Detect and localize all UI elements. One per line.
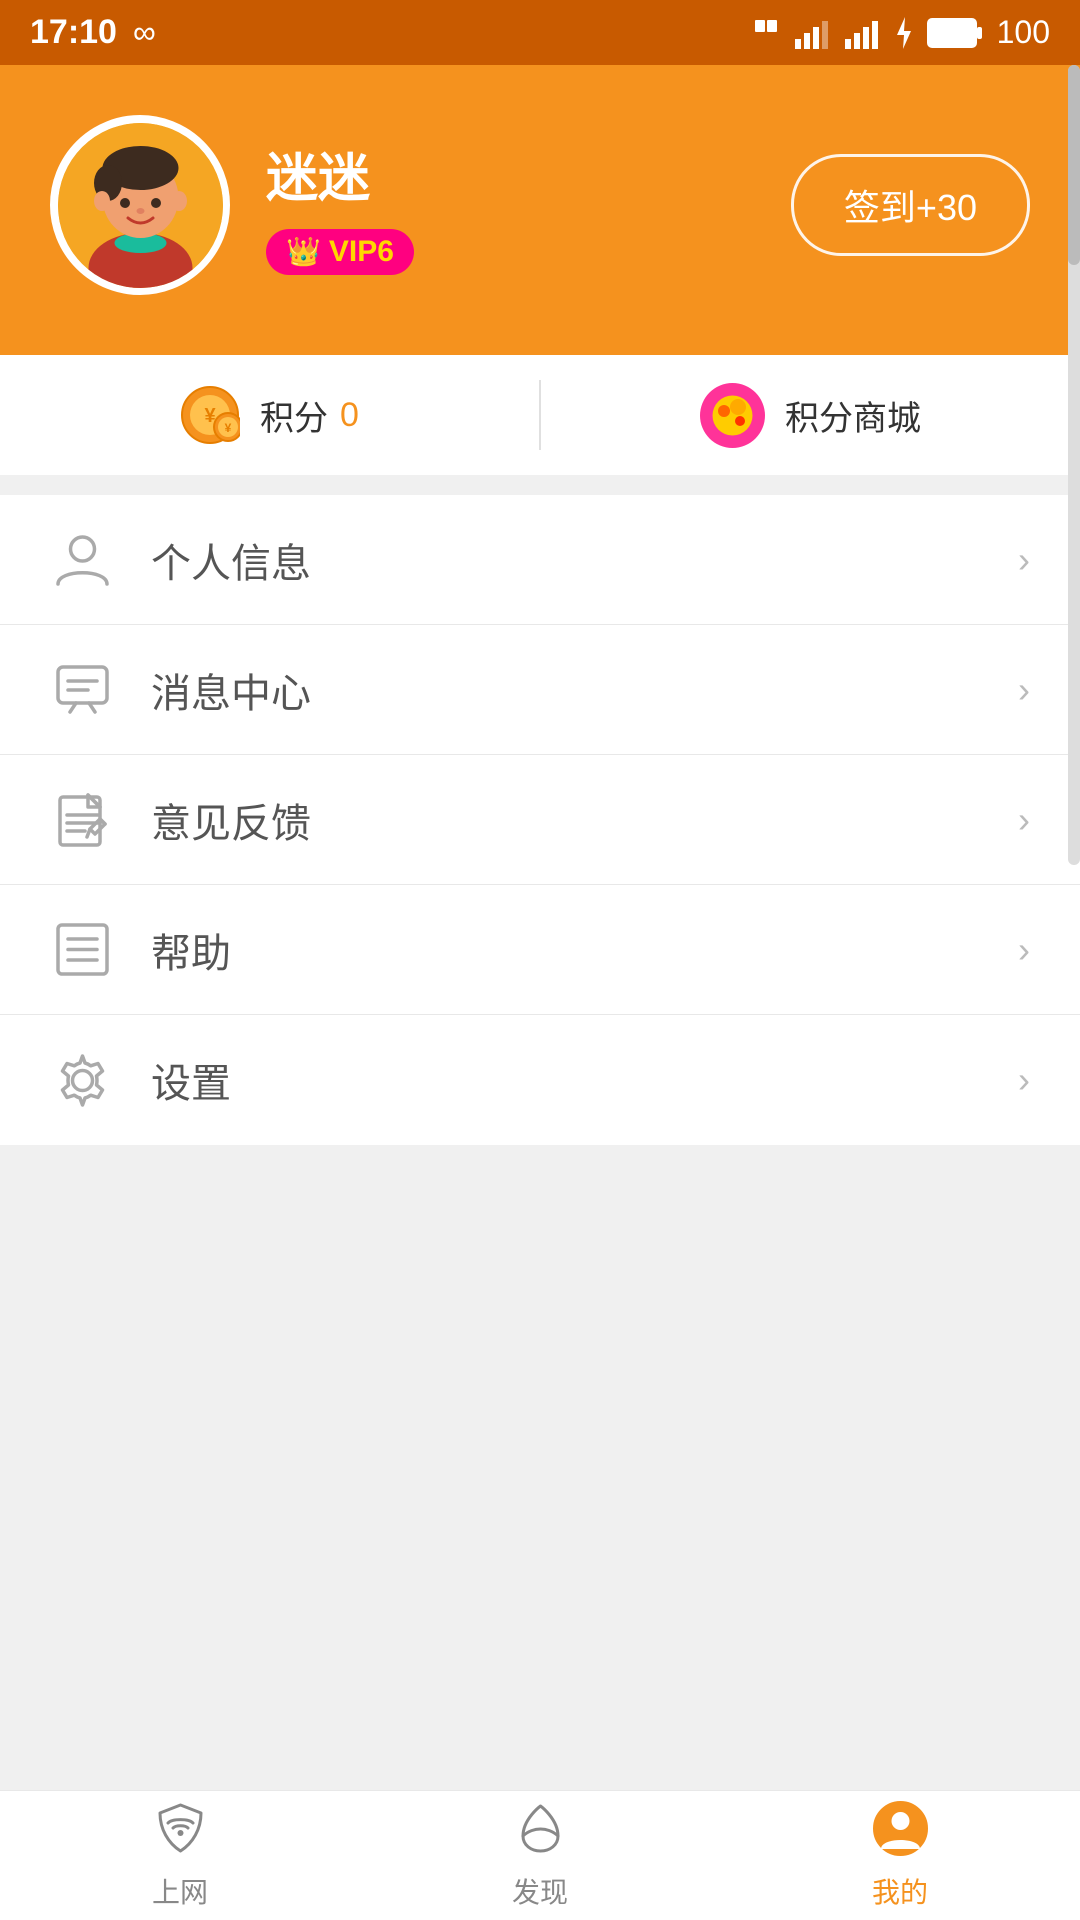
settings-label: 设置	[151, 1051, 1018, 1109]
profile-header: 迷迷 👑 VIP6 签到+30	[0, 65, 1080, 355]
person-icon	[50, 527, 115, 592]
scrollbar-thumb	[1068, 65, 1080, 265]
chat-icon	[50, 657, 115, 722]
profile-left: 迷迷 👑 VIP6	[50, 115, 414, 295]
empty-space	[0, 1145, 1080, 1790]
points-left[interactable]: ¥ ¥ 积分 0	[0, 385, 539, 445]
edit-icon	[50, 787, 115, 852]
avatar[interactable]	[50, 115, 230, 295]
personal-info-arrow: ›	[1018, 539, 1030, 581]
help-arrow: ›	[1018, 929, 1030, 971]
mine-icon	[873, 1801, 928, 1861]
settings-arrow: ›	[1018, 1059, 1030, 1101]
avatar-svg	[58, 123, 223, 288]
status-left: 17:10 ∞	[30, 13, 156, 52]
username: 迷迷	[266, 136, 414, 211]
points-section: ¥ ¥ 积分 0 积分商城	[0, 355, 1080, 475]
menu-item-help[interactable]: 帮助 ›	[0, 885, 1080, 1015]
menu-section: 个人信息 › 消息中心 ›	[0, 495, 1080, 1145]
section-gap-1	[0, 475, 1080, 495]
status-time: 17:10	[30, 13, 117, 52]
shop-icon	[700, 383, 765, 448]
menu-item-settings[interactable]: 设置 ›	[0, 1015, 1080, 1145]
list-icon	[50, 917, 115, 982]
feedback-label: 意见反馈	[151, 791, 1018, 849]
help-label: 帮助	[151, 921, 1018, 979]
scrollbar[interactable]	[1068, 65, 1080, 865]
vip-label: VIP6	[329, 235, 394, 269]
status-bar: 17:10 ∞ 100	[0, 0, 1080, 65]
menu-item-feedback[interactable]: 意见反馈 ›	[0, 755, 1080, 885]
vip-badge: 👑 VIP6	[266, 229, 414, 275]
crown-icon: 👑	[286, 235, 321, 268]
points-value: 0	[340, 396, 359, 435]
coin-icon: ¥ ¥	[180, 385, 240, 445]
svg-text:¥: ¥	[225, 421, 232, 435]
signal-icon-2	[845, 17, 881, 49]
feedback-arrow: ›	[1018, 799, 1030, 841]
avatar-inner	[58, 123, 223, 288]
charging-icon	[895, 17, 913, 49]
nav-item-internet[interactable]: 上网	[0, 1791, 360, 1920]
status-right: 100	[753, 14, 1050, 51]
battery-level: 100	[997, 14, 1050, 51]
battery-icon	[927, 18, 983, 48]
sim-icon	[753, 16, 781, 50]
internet-label: 上网	[152, 1871, 208, 1911]
internet-icon	[153, 1801, 208, 1861]
profile-info: 迷迷 👑 VIP6	[266, 136, 414, 275]
points-shop-label: 积分商城	[785, 391, 921, 440]
gear-icon	[50, 1048, 115, 1113]
discover-label: 发现	[512, 1871, 568, 1911]
bottom-nav: 上网 发现 我的	[0, 1790, 1080, 1920]
points-label: 积分 0	[260, 391, 359, 440]
menu-item-messages[interactable]: 消息中心 ›	[0, 625, 1080, 755]
nav-item-mine[interactable]: 我的	[720, 1791, 1080, 1920]
signal-icon-1	[795, 17, 831, 49]
menu-item-personal-info[interactable]: 个人信息 ›	[0, 495, 1080, 625]
points-shop[interactable]: 积分商城	[541, 383, 1080, 448]
nav-item-discover[interactable]: 发现	[360, 1791, 720, 1920]
mine-label: 我的	[872, 1871, 928, 1911]
main-content: 迷迷 👑 VIP6 签到+30 ¥ ¥ 积分 0	[0, 65, 1080, 1790]
messages-label: 消息中心	[151, 661, 1018, 719]
checkin-button[interactable]: 签到+30	[791, 154, 1030, 256]
messages-arrow: ›	[1018, 669, 1030, 711]
personal-info-label: 个人信息	[151, 531, 1018, 589]
discover-icon	[513, 1801, 568, 1861]
infinity-icon: ∞	[133, 14, 156, 51]
